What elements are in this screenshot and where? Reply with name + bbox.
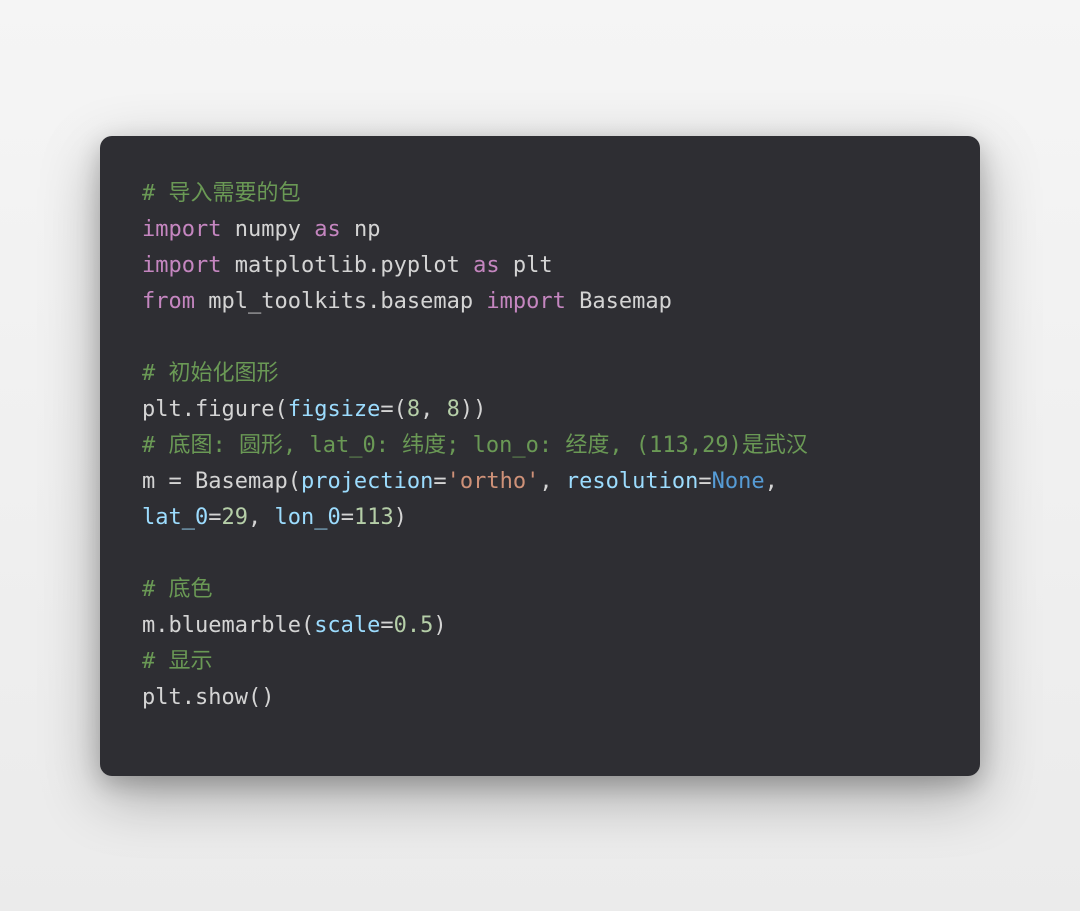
code-token: = (341, 505, 354, 530)
code-line: import numpy as np (142, 212, 938, 248)
code-token: 0.5 (394, 613, 434, 638)
code-token: # 底图: 圆形, lat_0: 纬度; lon_o: 经度, (113,29)… (142, 433, 808, 458)
code-token: =( (380, 397, 407, 422)
code-token: mpl_toolkits.basemap (195, 289, 486, 314)
code-block: # 导入需要的包import numpy as npimport matplot… (100, 136, 980, 776)
code-token: 113 (354, 505, 394, 530)
code-token: Basemap (566, 289, 672, 314)
code-token: )) (460, 397, 487, 422)
code-token: = (698, 469, 711, 494)
code-token: scale (314, 613, 380, 638)
code-line: import matplotlib.pyplot as plt (142, 248, 938, 284)
code-token: # 初始化图形 (142, 361, 279, 386)
code-token: lon_0 (274, 505, 340, 530)
code-token: = (208, 505, 221, 530)
code-line: # 底色 (142, 572, 938, 608)
code-token: plt.show() (142, 685, 274, 710)
code-line: lat_0=29, lon_0=113) (142, 500, 938, 536)
code-token: import (142, 217, 221, 242)
code-token: 8 (407, 397, 420, 422)
code-token: as (314, 217, 341, 242)
code-line: # 底图: 圆形, lat_0: 纬度; lon_o: 经度, (113,29)… (142, 428, 938, 464)
code-line: m = Basemap(projection='ortho', resoluti… (142, 464, 938, 500)
code-token: , (420, 397, 447, 422)
code-line: plt.figure(figsize=(8, 8)) (142, 392, 938, 428)
code-token: matplotlib.pyplot (221, 253, 473, 278)
code-token: ) (394, 505, 407, 530)
code-token: projection (301, 469, 433, 494)
code-line: m.bluemarble(scale=0.5) (142, 608, 938, 644)
code-token: 8 (447, 397, 460, 422)
code-token: resolution (566, 469, 698, 494)
code-token: m.bluemarble( (142, 613, 314, 638)
code-token: plt.figure( (142, 397, 288, 422)
code-token: from (142, 289, 195, 314)
code-line (142, 536, 938, 572)
code-token: figsize (288, 397, 381, 422)
code-token: m = Basemap( (142, 469, 301, 494)
code-line: # 显示 (142, 644, 938, 680)
code-token: 29 (221, 505, 248, 530)
code-token: plt (500, 253, 553, 278)
code-token: None (712, 469, 765, 494)
code-token: 'ortho' (447, 469, 540, 494)
code-token: = (433, 469, 446, 494)
code-token: # 显示 (142, 649, 213, 674)
code-token: as (473, 253, 500, 278)
code-line: # 初始化图形 (142, 356, 938, 392)
code-token: # 导入需要的包 (142, 181, 301, 206)
code-token: import (486, 289, 565, 314)
code-token: , (765, 469, 792, 494)
code-line (142, 320, 938, 356)
code-token: numpy (221, 217, 314, 242)
code-line: # 导入需要的包 (142, 176, 938, 212)
code-line: plt.show() (142, 680, 938, 716)
code-token: = (380, 613, 393, 638)
code-token: np (341, 217, 381, 242)
code-token: # 底色 (142, 577, 213, 602)
code-token: import (142, 253, 221, 278)
code-token: ) (433, 613, 446, 638)
code-token: , (248, 505, 275, 530)
code-token: , (539, 469, 566, 494)
code-line: from mpl_toolkits.basemap import Basemap (142, 284, 938, 320)
code-token: lat_0 (142, 505, 208, 530)
